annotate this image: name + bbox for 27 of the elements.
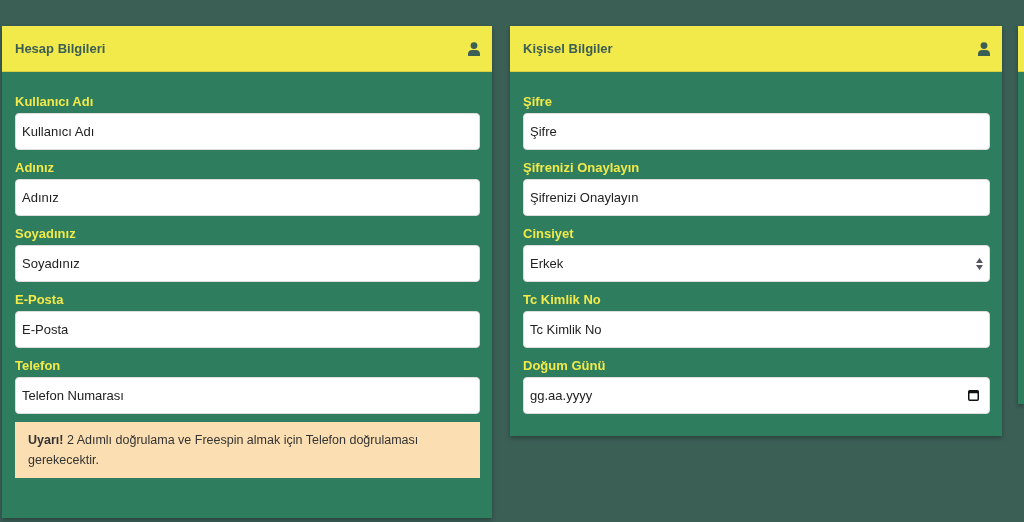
input-field[interactable]: Soyadınız bbox=[15, 245, 480, 282]
field-label: Adınız bbox=[15, 160, 55, 175]
input-field[interactable]: Şifrenizi Onaylayın bbox=[523, 179, 990, 216]
field-label: Tc Kimlik No bbox=[523, 292, 602, 307]
field-label: Soyadınız bbox=[15, 226, 77, 241]
input-field[interactable]: Tc Kimlik No bbox=[523, 311, 990, 348]
field-label: Telefon bbox=[15, 358, 62, 373]
user-icon bbox=[978, 41, 990, 56]
input-field[interactable]: E-Posta bbox=[15, 311, 480, 348]
input-field[interactable]: Adınız bbox=[15, 179, 480, 216]
field-label: Şifre bbox=[523, 94, 553, 109]
sort-arrows-icon bbox=[976, 257, 983, 270]
field-label: E-Posta bbox=[15, 292, 65, 307]
field-label: Doğum Günü bbox=[523, 358, 607, 373]
field-label: Kullanıcı Adı bbox=[15, 94, 95, 109]
user-icon bbox=[468, 41, 480, 56]
card-title: Hesap Bilgileri bbox=[15, 41, 106, 56]
field-label: Cinsiyet bbox=[523, 226, 575, 241]
calendar-icon[interactable] bbox=[968, 389, 979, 401]
select-field[interactable]: Erkek bbox=[523, 245, 990, 282]
input-field[interactable]: Kullanıcı Adı bbox=[15, 113, 480, 150]
date-field[interactable]: gg.aa.yyyy bbox=[523, 377, 990, 414]
input-field[interactable]: Şifre bbox=[523, 113, 990, 150]
field-label: Şifrenizi Onaylayın bbox=[523, 160, 641, 175]
card-title: Kişisel Bilgiler bbox=[523, 41, 613, 56]
input-field[interactable]: Telefon Numarası bbox=[15, 377, 480, 414]
warning-message: Uyarı! 2 Adımlı doğrulama ve Freespin almak için Telefon doğrulaması gerekecektir. bbox=[15, 422, 480, 478]
